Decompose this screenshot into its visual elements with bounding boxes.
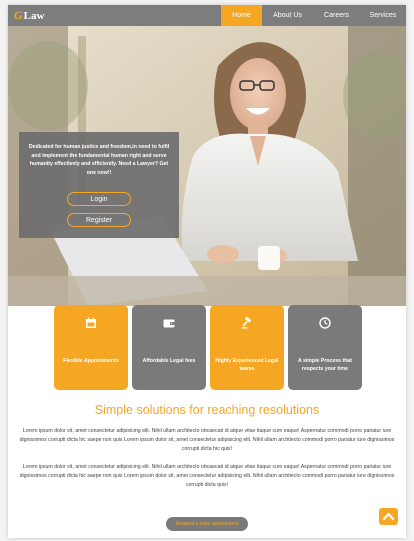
logo-mark: G xyxy=(14,8,23,22)
gavel-icon xyxy=(241,317,252,329)
feature-label: A simple Process that respects your time xyxy=(297,358,352,372)
section-heading: Simple solutions for reaching resolution… xyxy=(94,403,320,417)
navbar: G Law Home About Us Careers Services xyxy=(8,5,406,26)
feature-card-fees[interactable]: Affordable Legal fees xyxy=(132,305,206,390)
nav-home[interactable]: Home xyxy=(221,5,262,26)
clock-icon xyxy=(319,317,331,329)
register-button[interactable]: Register xyxy=(67,213,131,227)
hero-section: Dedicated for human justice and freedom,… xyxy=(8,26,406,306)
feature-label: Highly Experienced Legal teams xyxy=(215,358,279,372)
nav-services[interactable]: Services xyxy=(360,5,406,26)
login-button[interactable]: Login xyxy=(67,192,131,206)
hero-text: Dedicated for human justice and freedom,… xyxy=(28,144,170,177)
chevron-up-icon xyxy=(382,512,395,521)
request-assessment-button[interactable]: Request a case assessment xyxy=(166,517,248,531)
feature-label: Affordable Legal fees xyxy=(142,358,196,364)
paragraph-2: Lorem ipsum dolor sit, amet consectetur … xyxy=(19,464,395,488)
feature-label: Flexible Appointments xyxy=(63,358,119,364)
paragraph-1: Lorem ipsum dolor sit, amet consectetur … xyxy=(19,428,395,452)
hero-callout: Dedicated for human justice and freedom,… xyxy=(19,132,179,238)
nav-about-us[interactable]: About Us xyxy=(262,5,313,26)
logo[interactable]: G Law xyxy=(14,7,44,24)
feature-card-process[interactable]: A simple Process that respects your time xyxy=(288,305,362,390)
page: G Law Home About Us Careers Services Ded… xyxy=(8,5,406,538)
feature-card-legal-teams[interactable]: Highly Experienced Legal teams xyxy=(210,305,284,390)
calendar-icon xyxy=(86,317,96,328)
scroll-to-top-button[interactable] xyxy=(379,508,398,525)
wallet-icon xyxy=(163,319,175,328)
nav-links: Home About Us Careers Services xyxy=(221,5,406,26)
nav-careers[interactable]: Careers xyxy=(313,5,360,26)
logo-text: Law xyxy=(23,9,45,22)
feature-card-appointments[interactable]: Flexible Appointments xyxy=(54,305,128,390)
